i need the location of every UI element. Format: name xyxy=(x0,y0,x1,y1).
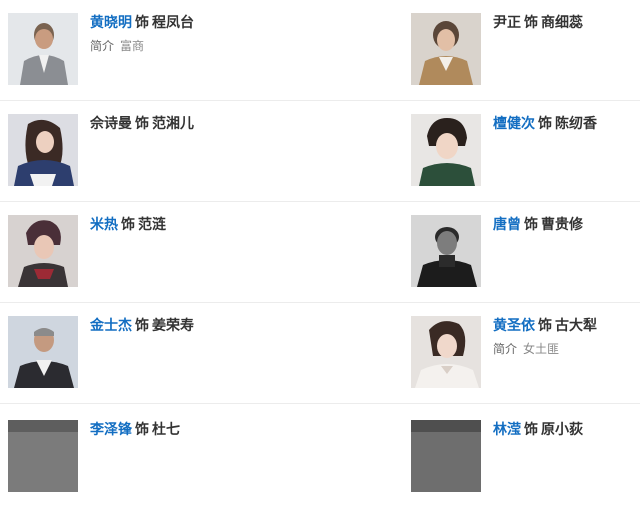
actor-name-link[interactable]: 唐曾 xyxy=(493,217,521,233)
actor-name-link[interactable]: 林滢 xyxy=(493,422,521,438)
actor-name-link[interactable]: 黄晓明 xyxy=(90,15,132,31)
role-name: 商细蕊 xyxy=(541,15,583,31)
as-separator: 饰 xyxy=(538,318,552,334)
actor-photo[interactable] xyxy=(411,114,481,186)
cast-card: 佘诗曼饰范湘儿 xyxy=(8,114,308,186)
person-photo-icon xyxy=(8,215,78,287)
intro-line: 简介 富商 xyxy=(90,39,308,54)
actor-photo[interactable] xyxy=(8,13,78,85)
as-separator: 饰 xyxy=(524,422,538,438)
role-name: 陈纫香 xyxy=(555,116,597,132)
cast-card: 李泽锋饰杜七 xyxy=(8,420,308,492)
role-name: 姜荣寿 xyxy=(152,318,194,334)
actor-photo[interactable] xyxy=(411,316,481,388)
role-name: 范湘儿 xyxy=(152,116,194,132)
role-name: 范涟 xyxy=(138,217,166,233)
cast-row: 黄晓明饰程凤台 简介 富商 尹正饰商细蕊 xyxy=(0,0,640,101)
actor-name: 尹正 xyxy=(493,15,521,31)
cast-list: 黄晓明饰程凤台 简介 富商 尹正饰商细蕊 佘诗曼 饰 范湘儿 檀健次 饰 陈纫香… xyxy=(0,0,640,505)
cast-card: 黄圣依饰古大犁 简介 女土匪 xyxy=(411,316,636,388)
actor-photo[interactable] xyxy=(8,316,78,388)
cast-row: 佘诗曼饰范湘儿 檀健次饰陈纫香 xyxy=(0,101,640,202)
person-photo-icon xyxy=(8,420,78,492)
person-photo-icon xyxy=(411,215,481,287)
person-photo-icon xyxy=(8,13,78,85)
cast-card: 尹正饰商细蕊 xyxy=(411,13,636,85)
role-name: 古大犁 xyxy=(555,318,597,334)
person-photo-icon xyxy=(411,114,481,186)
actor-name-link[interactable]: 檀健次 xyxy=(493,116,535,132)
person-photo-icon xyxy=(411,316,481,388)
as-separator: 饰 xyxy=(538,116,552,132)
actor-name-link[interactable]: 金士杰 xyxy=(90,318,132,334)
cast-card: 林滢饰原小荻 xyxy=(411,420,636,492)
as-separator: 饰 xyxy=(524,15,538,31)
cast-row: 金士杰饰姜荣寿 黄圣依饰古大犁 简介 女土匪 xyxy=(0,303,640,404)
actor-name: 佘诗曼 xyxy=(90,116,132,132)
person-photo-icon xyxy=(411,420,481,492)
cast-card: 檀健次饰陈纫香 xyxy=(411,114,636,186)
cast-card: 黄晓明饰程凤台 简介 富商 xyxy=(8,13,308,85)
cast-card: 米热饰范涟 xyxy=(8,215,308,287)
role-name: 曹贵修 xyxy=(541,217,583,233)
role-name: 原小荻 xyxy=(541,422,583,438)
cast-row: 米热饰范涟 唐曾饰曹贵修 xyxy=(0,202,640,303)
person-photo-icon xyxy=(411,13,481,85)
cast-row: 李泽锋饰杜七 林滢饰原小荻 xyxy=(0,404,640,505)
actor-photo[interactable] xyxy=(8,114,78,186)
cast-card: 唐曾饰曹贵修 xyxy=(411,215,636,287)
role-name: 程凤台 xyxy=(152,15,194,31)
actor-name-link[interactable]: 米热 xyxy=(90,217,118,233)
intro-text: 女土匪 xyxy=(523,342,560,356)
as-separator: 饰 xyxy=(524,217,538,233)
as-separator: 饰 xyxy=(135,318,149,334)
intro-label: 简介 xyxy=(493,342,518,356)
intro-line: 简介 女土匪 xyxy=(493,342,636,357)
cast-card: 金士杰饰姜荣寿 xyxy=(8,316,308,388)
intro-text: 富商 xyxy=(120,39,145,53)
as-separator: 饰 xyxy=(135,15,149,31)
intro-label: 简介 xyxy=(90,39,115,53)
actor-photo[interactable] xyxy=(411,13,481,85)
actor-photo[interactable] xyxy=(411,420,481,492)
as-separator: 饰 xyxy=(135,116,149,132)
person-photo-icon xyxy=(8,316,78,388)
actor-photo[interactable] xyxy=(8,420,78,492)
actor-name-link[interactable]: 李泽锋 xyxy=(90,422,132,438)
as-separator: 饰 xyxy=(121,217,135,233)
as-separator: 饰 xyxy=(135,422,149,438)
role-name: 杜七 xyxy=(152,422,180,438)
person-photo-icon xyxy=(8,114,78,186)
actor-name-link[interactable]: 黄圣依 xyxy=(493,318,535,334)
actor-photo[interactable] xyxy=(8,215,78,287)
actor-photo[interactable] xyxy=(411,215,481,287)
